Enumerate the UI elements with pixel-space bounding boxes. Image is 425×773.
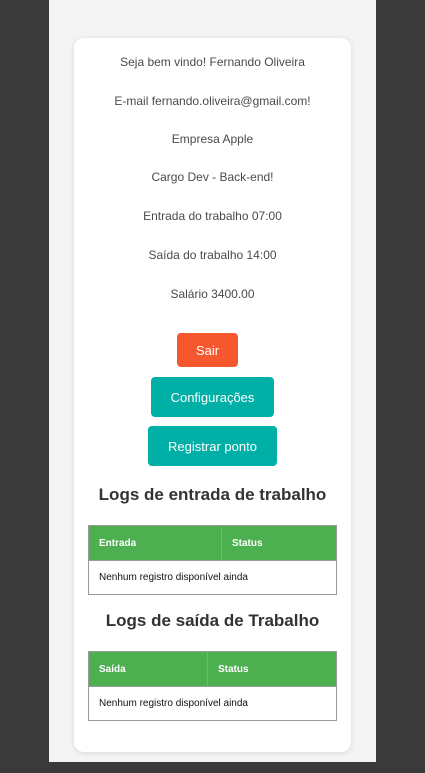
settings-button[interactable]: Configurações xyxy=(151,377,274,417)
entry-logs-table: Entrada Status Nenhum registro disponíve… xyxy=(88,525,337,595)
exit-column-header: Saída xyxy=(88,651,208,687)
company-text: Empresa Apple xyxy=(171,132,254,146)
table-row: Nenhum registro disponível ainda xyxy=(88,560,337,595)
register-punch-button[interactable]: Registrar ponto xyxy=(148,426,277,466)
exit-logs-table: Saída Status Nenhum registro disponível … xyxy=(88,651,337,721)
status-column-header: Status xyxy=(221,525,337,561)
email-text: E-mail fernando.oliveira@gmail.com! xyxy=(114,94,311,108)
logout-button[interactable]: Sair xyxy=(177,333,238,367)
entry-time-text: Entrada do trabalho 07:00 xyxy=(143,209,282,223)
role-text: Cargo Dev - Back-end! xyxy=(151,170,274,184)
entry-column-header: Entrada xyxy=(88,525,222,561)
profile-card: Seja bem vindo! Fernando Oliveira E-mail… xyxy=(74,38,351,752)
status-column-header: Status xyxy=(207,651,337,687)
empty-message: Nenhum registro disponível ainda xyxy=(88,560,337,595)
salary-text: Salário 3400.00 xyxy=(170,287,255,301)
table-header-row: Entrada Status xyxy=(88,525,337,561)
exit-logs-title: Logs de saída de Trabalho xyxy=(105,611,320,630)
table-row: Nenhum registro disponível ainda xyxy=(88,686,337,721)
empty-message: Nenhum registro disponível ainda xyxy=(88,686,337,721)
table-header-row: Saída Status xyxy=(88,651,337,687)
exit-time-text: Saída do trabalho 14:00 xyxy=(148,248,277,262)
welcome-text: Seja bem vindo! Fernando Oliveira xyxy=(120,55,305,69)
page-viewport: Seja bem vindo! Fernando Oliveira E-mail… xyxy=(49,0,376,762)
entry-logs-title: Logs de entrada de trabalho xyxy=(98,485,327,504)
